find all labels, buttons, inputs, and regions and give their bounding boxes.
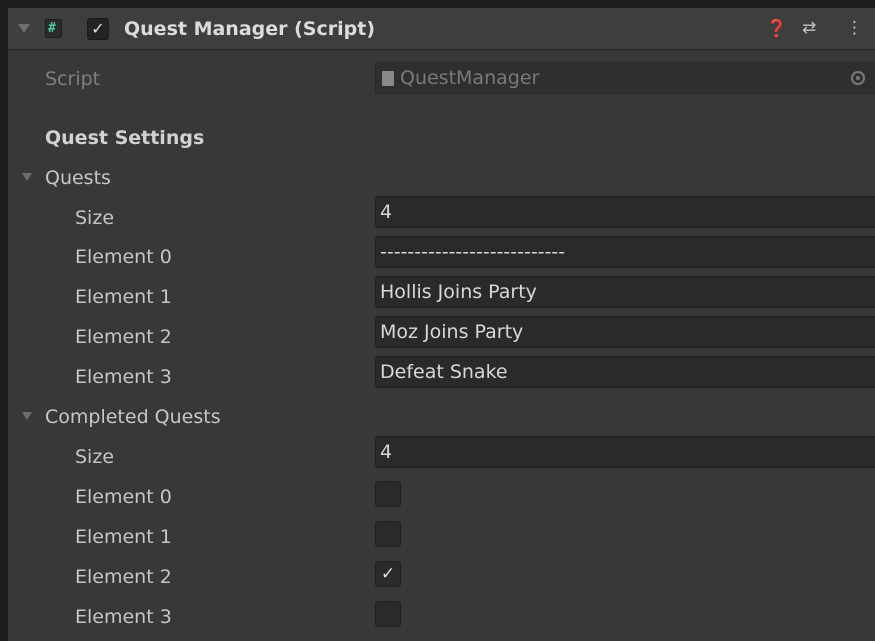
script-field[interactable]: QuestManager <box>375 62 875 94</box>
completed-element-label: Element 3 <box>75 606 172 628</box>
check-icon: ✓ <box>91 19 105 38</box>
quest-element-value: Moz Joins Party <box>380 321 524 343</box>
script-label: Script <box>45 68 101 90</box>
component-title: Quest Manager (Script) <box>124 18 375 40</box>
quests-size-field[interactable]: 4 <box>375 196 875 228</box>
context-menu-icon[interactable]: ⋮ <box>846 18 863 38</box>
quest-element-field[interactable]: Hollis Joins Party <box>375 276 875 308</box>
completed-element-checkbox[interactable] <box>375 601 401 627</box>
check-icon <box>376 522 400 546</box>
quest-element-field[interactable]: Defeat Snake <box>375 356 875 388</box>
completed-element-checkbox[interactable] <box>375 521 401 547</box>
help-icon[interactable]: ❓ <box>766 19 787 39</box>
quests-size-label: Size <box>75 207 115 229</box>
inspector-panel: # ✓ Quest Manager (Script) ❓ ⇄ ⋮ Script … <box>8 8 875 641</box>
completed-element-checkbox[interactable] <box>375 481 401 507</box>
check-icon: ✓ <box>380 564 396 584</box>
preset-icon[interactable]: ⇄ <box>802 18 816 38</box>
quest-element-label: Element 2 <box>75 326 172 348</box>
quest-element-value: Defeat Snake <box>380 361 508 383</box>
foldout-arrow-icon[interactable] <box>22 173 32 181</box>
component-header[interactable]: # ✓ Quest Manager (Script) ❓ ⇄ ⋮ <box>8 8 875 50</box>
check-icon <box>376 602 400 626</box>
quest-element-value: Hollis Joins Party <box>380 281 537 303</box>
completed-element-label: Element 0 <box>75 486 172 508</box>
foldout-arrow-icon[interactable] <box>22 412 32 420</box>
quests-size-value: 4 <box>380 201 393 223</box>
completed-element-checkbox[interactable]: ✓ <box>375 561 401 587</box>
quest-element-value: --------------------------- <box>380 241 566 263</box>
quest-element-label: Element 3 <box>75 366 172 388</box>
csharp-script-icon: # <box>45 19 62 38</box>
quest-element-label: Element 0 <box>75 246 172 268</box>
quest-element-field[interactable]: Moz Joins Party <box>375 316 875 348</box>
quest-element-field[interactable]: --------------------------- <box>375 236 875 268</box>
component-enable-checkbox[interactable]: ✓ <box>87 18 109 40</box>
completed-element-label: Element 2 <box>75 566 172 588</box>
completed-quests-size-value: 4 <box>380 441 393 463</box>
completed-quests-size-label: Size <box>75 446 115 468</box>
section-header: Quest Settings <box>45 127 205 149</box>
quests-label: Quests <box>45 167 111 189</box>
script-asset-icon <box>382 71 394 86</box>
foldout-arrow-icon[interactable] <box>18 24 30 33</box>
completed-quests-size-field[interactable]: 4 <box>375 436 875 468</box>
completed-element-label: Element 1 <box>75 526 172 548</box>
script-field-value: QuestManager <box>400 67 540 89</box>
completed-quests-label: Completed Quests <box>45 406 221 428</box>
quest-element-label: Element 1 <box>75 286 172 308</box>
check-icon <box>376 482 400 506</box>
object-picker-icon[interactable] <box>851 71 865 85</box>
